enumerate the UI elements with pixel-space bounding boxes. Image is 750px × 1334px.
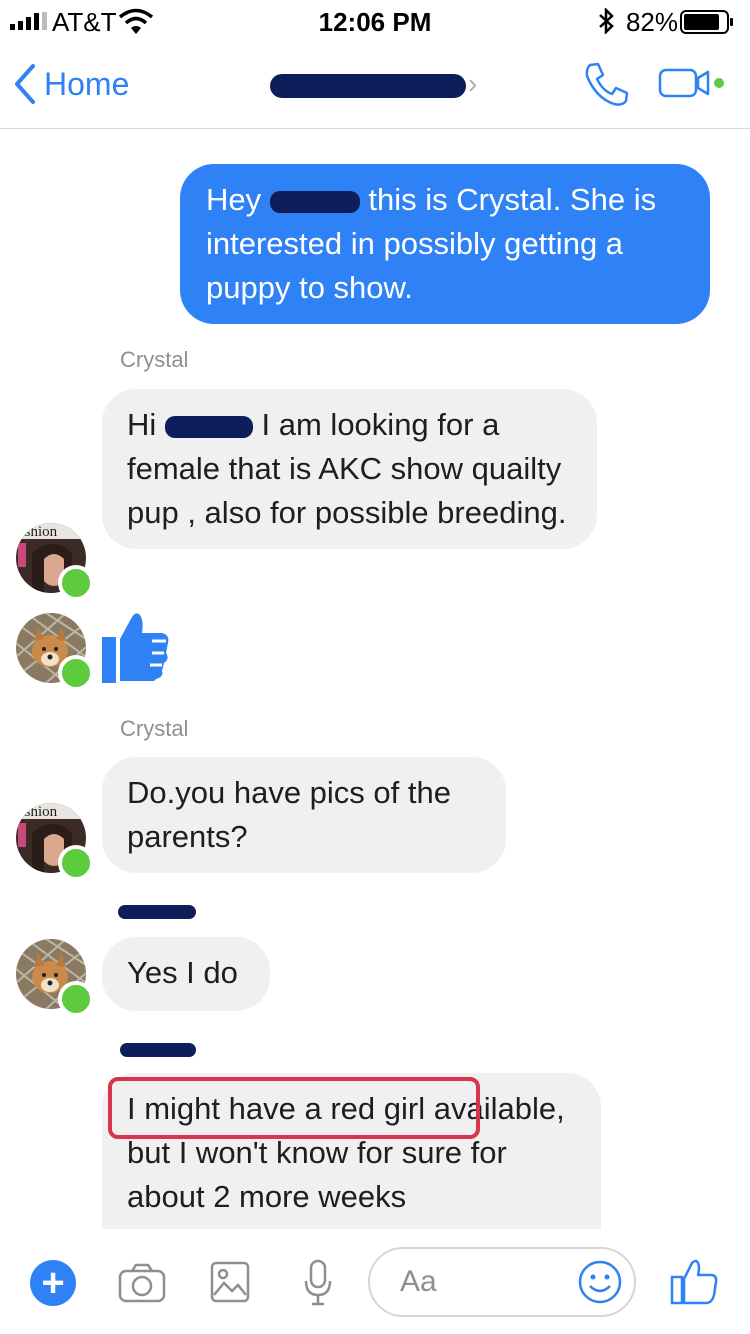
online-indicator bbox=[58, 845, 94, 881]
bluetooth-icon bbox=[599, 8, 614, 34]
composer-bar: + Aa bbox=[0, 1229, 750, 1334]
message-text-start: Hi bbox=[127, 407, 157, 442]
thumbs-up-sticker-icon[interactable] bbox=[100, 611, 170, 685]
microphone-icon[interactable] bbox=[304, 1259, 332, 1307]
svg-text:ashion: ashion bbox=[18, 524, 58, 540]
redacted-name bbox=[269, 190, 360, 213]
message-input[interactable]: Aa bbox=[368, 1247, 636, 1317]
redacted-name bbox=[270, 74, 466, 98]
message-list[interactable]: Hey this is Crystal. She is interested i… bbox=[0, 129, 750, 1229]
back-label: Home bbox=[44, 65, 130, 102]
received-message-bubble[interactable]: Do.you have pics of the parents? bbox=[102, 757, 506, 873]
message-text: Yes I do bbox=[127, 955, 238, 990]
redacted-sender-name bbox=[120, 1043, 196, 1057]
battery-percentage: 82% bbox=[625, 7, 678, 37]
red-highlight-outline bbox=[108, 1077, 480, 1139]
image-gallery-icon[interactable] bbox=[210, 1261, 250, 1303]
message-text: Do.you have pics of the parents? bbox=[127, 775, 451, 854]
nav-bar: Home › bbox=[0, 40, 750, 129]
camera-icon[interactable] bbox=[118, 1263, 166, 1303]
phone-call-button[interactable] bbox=[582, 60, 630, 108]
plus-icon[interactable]: + bbox=[30, 1260, 76, 1306]
redacted-sender-name bbox=[118, 905, 196, 919]
online-indicator bbox=[58, 565, 94, 601]
status-bar: AT&T 12:06 PM 82% bbox=[0, 0, 750, 40]
emoji-icon[interactable] bbox=[576, 1258, 624, 1306]
chevron-right-icon: › bbox=[468, 68, 478, 99]
sender-name: Crystal bbox=[120, 716, 189, 741]
battery-icon bbox=[680, 10, 733, 34]
redacted-name bbox=[164, 415, 253, 438]
chevron-left-icon bbox=[15, 64, 35, 104]
back-button[interactable]: Home bbox=[14, 62, 129, 106]
received-message-bubble[interactable]: Yes I do bbox=[102, 937, 270, 1011]
svg-text:ashion: ashion bbox=[18, 804, 58, 820]
video-call-button[interactable] bbox=[658, 66, 730, 100]
thumbs-up-icon[interactable] bbox=[670, 1259, 718, 1305]
message-input-placeholder: Aa bbox=[400, 1265, 437, 1298]
sent-message-bubble[interactable]: Hey this is Crystal. She is interested i… bbox=[180, 164, 710, 324]
conversation-title[interactable]: › bbox=[270, 66, 477, 102]
sender-name: Crystal bbox=[120, 347, 189, 372]
online-indicator bbox=[58, 655, 94, 691]
online-indicator bbox=[58, 981, 94, 1017]
received-message-bubble[interactable]: Hi I am looking for a female that is AKC… bbox=[102, 389, 597, 549]
message-text-start: Hey bbox=[206, 182, 262, 217]
